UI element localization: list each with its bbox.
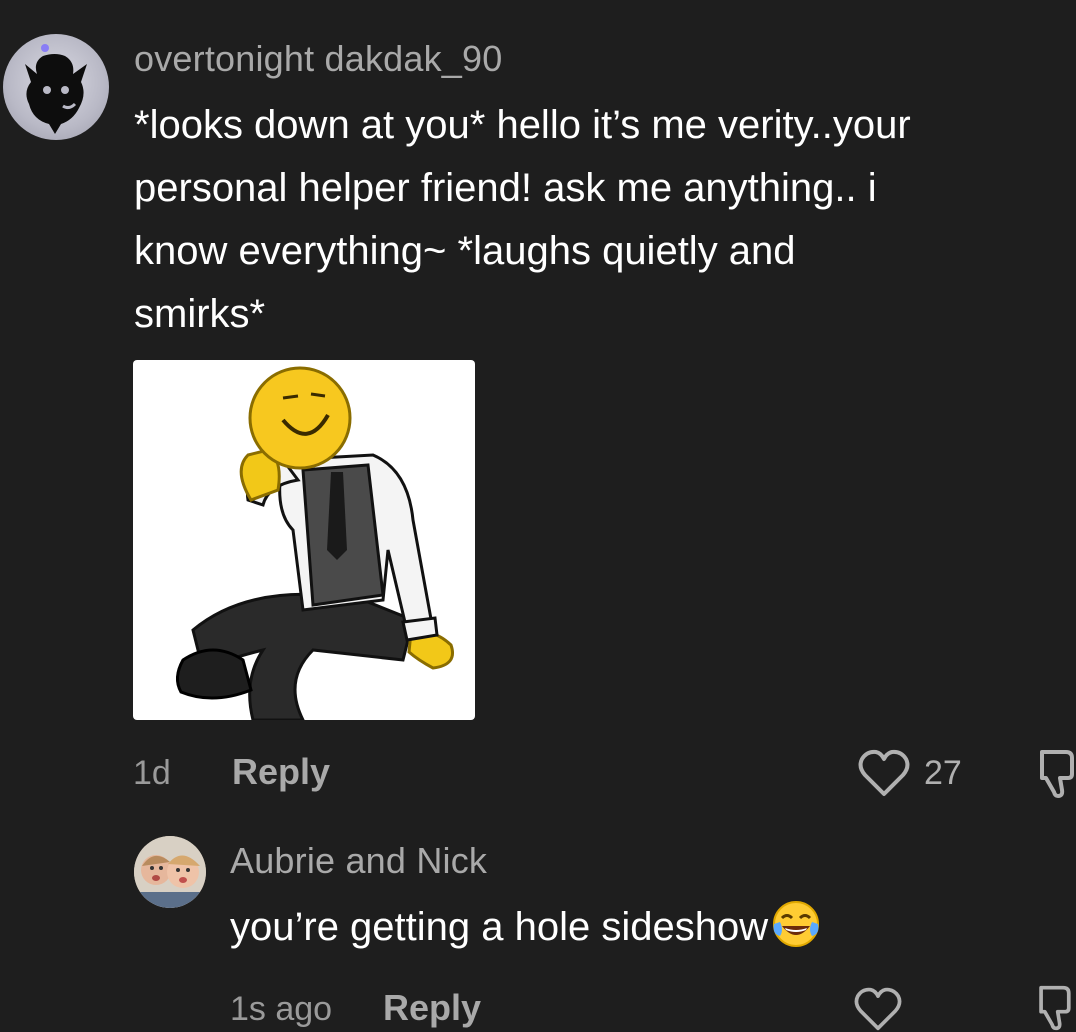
comment-thread: overtonight dakdak_90 *looks down at you… xyxy=(0,0,1076,1032)
heart-outline-icon[interactable] xyxy=(852,986,904,1032)
comment-text: *looks down at you* hello it’s me verity… xyxy=(134,103,911,336)
avatar[interactable] xyxy=(3,34,109,140)
like-count: 27 xyxy=(924,754,962,792)
avatar-photo-icon xyxy=(134,836,206,908)
avatar[interactable] xyxy=(134,836,206,908)
avatar-silhouette-icon xyxy=(25,44,87,134)
reply-button[interactable]: Reply xyxy=(383,987,481,1029)
face-with-tears-of-joy-emoji xyxy=(773,901,820,947)
reply-timestamp: 1s ago xyxy=(230,990,333,1028)
reply-text: you’re getting a hole sideshow xyxy=(230,905,769,949)
thumbs-down-outline-icon[interactable] xyxy=(1034,984,1074,1032)
comment-sticker-image[interactable] xyxy=(133,360,475,720)
smirking-figure-illustration xyxy=(176,366,454,720)
comment-username[interactable]: overtonight dakdak_90 xyxy=(134,38,502,80)
comment-timestamp: 1d xyxy=(133,754,171,792)
reply-button[interactable]: Reply xyxy=(232,751,330,793)
reply-text-line: you’re getting a hole sideshow xyxy=(230,898,822,953)
thumbs-down-outline-icon[interactable] xyxy=(1036,748,1076,805)
reply-username[interactable]: Aubrie and Nick xyxy=(230,840,487,882)
heart-outline-icon[interactable] xyxy=(858,748,910,803)
